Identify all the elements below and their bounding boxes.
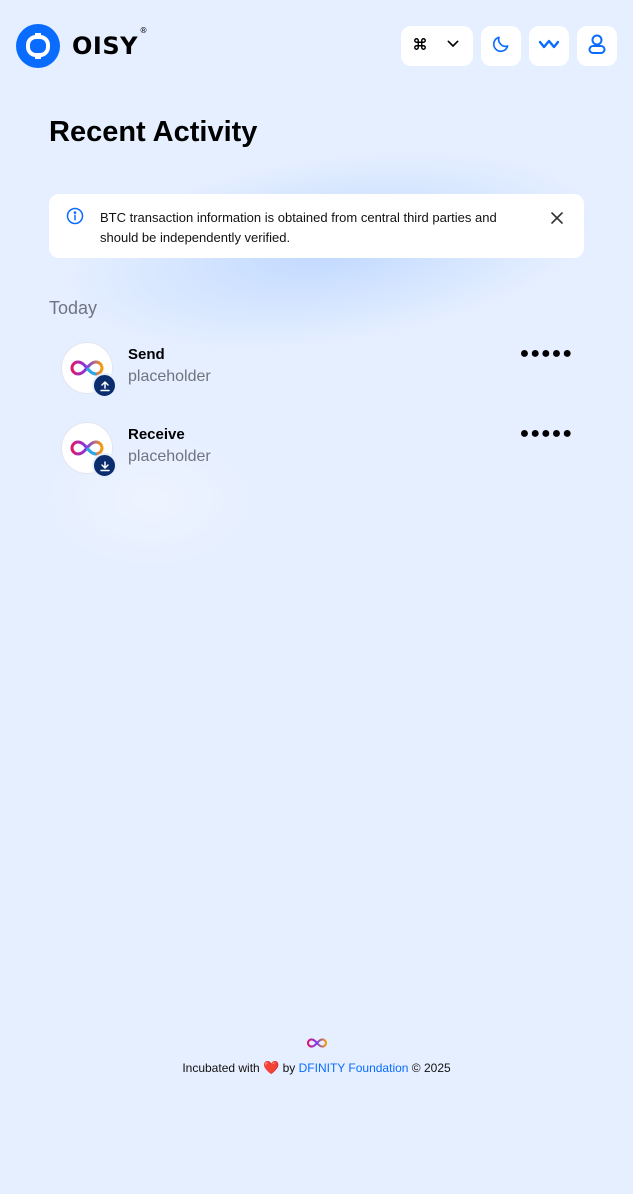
- header-actions: [401, 26, 617, 66]
- close-icon[interactable]: [550, 211, 564, 230]
- heart-icon: ❤️: [263, 1060, 280, 1075]
- transaction-amount-hidden: ●●●●●: [519, 345, 573, 362]
- theme-toggle-button[interactable]: [481, 26, 521, 66]
- footer-prefix: Incubated with: [182, 1061, 260, 1075]
- banner-text: BTC transaction information is obtained …: [100, 210, 497, 245]
- user-icon: [587, 33, 607, 60]
- dfinity-foundation-link[interactable]: DFINITY Foundation: [299, 1061, 409, 1075]
- transaction-subtitle: placeholder: [128, 368, 211, 385]
- chevron-down-icon: [445, 36, 461, 57]
- transaction-type: Send: [128, 346, 165, 363]
- page-title: Recent Activity: [49, 116, 258, 148]
- transaction-type: Receive: [128, 426, 185, 443]
- section-label-today: Today: [49, 298, 98, 318]
- footer: Incubated with ❤️ by DFINITY Foundation …: [0, 1036, 633, 1076]
- command-icon: [413, 37, 427, 56]
- receive-arrow-icon: [92, 453, 117, 478]
- page: OISY ® Recent Activity BTC transaction i…: [0, 0, 633, 1194]
- header: OISY ®: [16, 24, 617, 68]
- transaction-subtitle: placeholder: [128, 448, 211, 465]
- footer-copyright: © 2025: [411, 1061, 451, 1075]
- list-item[interactable]: Receive placeholder ●●●●●: [61, 422, 573, 478]
- registered-mark: ®: [139, 26, 148, 35]
- logo[interactable]: OISY ®: [16, 24, 148, 68]
- app-name: OISY: [72, 32, 138, 60]
- logo-wordmark: OISY ®: [72, 26, 148, 60]
- user-menu-button[interactable]: [577, 26, 617, 66]
- wallet-connect-button[interactable]: [529, 26, 569, 66]
- network-selector-button[interactable]: [401, 26, 473, 66]
- list-item[interactable]: Send placeholder ●●●●●: [61, 342, 573, 398]
- moon-icon: [491, 34, 511, 59]
- footer-by: by: [282, 1061, 296, 1075]
- info-icon: [66, 207, 84, 230]
- oisy-logo-icon: [16, 24, 60, 68]
- footer-credits: Incubated with ❤️ by DFINITY Foundation …: [0, 1060, 633, 1076]
- wallet-connect-icon: [538, 37, 560, 56]
- send-arrow-icon: [92, 373, 117, 398]
- info-banner: BTC transaction information is obtained …: [49, 194, 584, 258]
- transaction-amount-hidden: ●●●●●: [519, 425, 573, 442]
- dfinity-logo-icon: [0, 1036, 633, 1054]
